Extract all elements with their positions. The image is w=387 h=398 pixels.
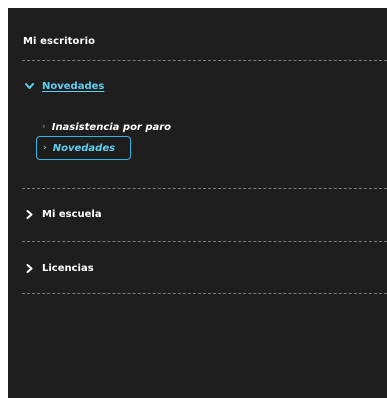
sidebar-section-label: Mi escuela	[42, 208, 102, 220]
subitem-label: Inasistencia por paro	[51, 121, 172, 133]
sidebar-section-mi-escuela[interactable]: Mi escuela	[23, 208, 102, 220]
sidebar-section-licencias[interactable]: Licencias	[23, 262, 94, 274]
sidebar-panel: Mi escritorio Novedades › Inasistencia p…	[8, 8, 387, 398]
divider	[22, 60, 387, 61]
sidebar-section-label: Novedades	[42, 80, 105, 92]
chevron-right-icon	[23, 262, 35, 274]
sidebar-subitem-inasistencia[interactable]: › Inasistencia por paro	[36, 117, 177, 137]
divider	[22, 188, 387, 189]
divider	[22, 241, 387, 242]
sidebar-section-novedades[interactable]: Novedades	[23, 80, 104, 92]
chevron-down-icon	[23, 80, 35, 92]
subitem-label: Novedades	[52, 142, 116, 154]
novedades-sublist: › Inasistencia por paro › Novedades	[36, 117, 177, 160]
sidebar-title: Mi escritorio	[23, 36, 96, 47]
divider	[22, 293, 387, 294]
chevron-right-icon: ›	[42, 122, 46, 132]
sidebar-subitem-novedades[interactable]: › Novedades	[36, 136, 131, 160]
chevron-right-icon	[23, 208, 35, 220]
sidebar-section-label: Licencias	[42, 262, 94, 274]
chevron-right-icon: ›	[43, 143, 47, 153]
